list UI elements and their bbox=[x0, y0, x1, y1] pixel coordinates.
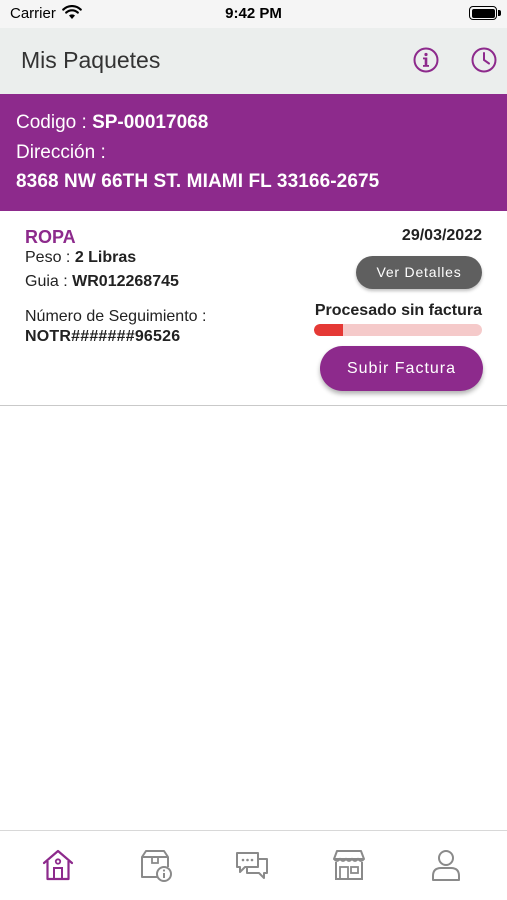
peso-row: Peso : 2 Libras bbox=[25, 249, 136, 267]
address-panel: Codigo : SP-00017068 Dirección : 8368 NW… bbox=[0, 94, 507, 211]
peso-label: Peso : bbox=[25, 249, 71, 266]
subir-factura-button[interactable]: Subir Factura bbox=[320, 346, 483, 391]
status-progress-fill bbox=[314, 324, 343, 336]
chat-icon bbox=[236, 852, 268, 879]
clock-time: 9:42 PM bbox=[225, 5, 282, 22]
history-clock-icon[interactable] bbox=[471, 47, 497, 73]
tab-store[interactable] bbox=[331, 847, 371, 887]
tab-profile[interactable] bbox=[428, 847, 468, 887]
battery-icon bbox=[469, 6, 501, 20]
codigo-value: SP-00017068 bbox=[92, 112, 209, 133]
page-title: Mis Paquetes bbox=[21, 47, 161, 73]
package-card[interactable]: ROPA 29/03/2022 Peso : 2 Libras Guia : W… bbox=[0, 211, 507, 406]
app-header: Mis Paquetes bbox=[0, 28, 507, 94]
codigo-label: Codigo : bbox=[16, 112, 87, 133]
tab-package-info[interactable] bbox=[137, 847, 177, 887]
home-icon bbox=[42, 849, 74, 881]
package-info-icon bbox=[141, 850, 172, 882]
guia-value: WR012268745 bbox=[72, 273, 179, 290]
guia-label: Guia : bbox=[25, 273, 68, 290]
ver-detalles-button[interactable]: Ver Detalles bbox=[356, 256, 482, 289]
info-icon[interactable] bbox=[413, 47, 439, 73]
direccion-label: Dirección : bbox=[16, 142, 106, 163]
codigo-row: Codigo : SP-00017068 bbox=[16, 112, 208, 134]
tracking-value: NOTR#######96526 bbox=[25, 328, 181, 345]
direccion-value: 8368 NW 66TH ST. MIAMI FL 33166-2675 bbox=[16, 171, 380, 192]
package-name: ROPA bbox=[25, 227, 76, 247]
store-icon bbox=[333, 850, 365, 880]
package-date: 29/03/2022 bbox=[401, 227, 482, 244]
guia-row: Guia : WR012268745 bbox=[25, 273, 179, 291]
status-bar: Carrier 9:42 PM bbox=[0, 0, 507, 28]
status-text: Procesado sin factura bbox=[314, 302, 482, 319]
status-progress-bar bbox=[314, 324, 482, 336]
peso-value: 2 Libras bbox=[74, 249, 137, 266]
tab-home[interactable] bbox=[40, 847, 80, 887]
tracking-label: Número de Seguimiento : bbox=[25, 308, 207, 325]
bottom-tab-bar bbox=[0, 830, 507, 900]
tab-chat[interactable] bbox=[234, 847, 274, 887]
user-icon bbox=[432, 850, 460, 881]
